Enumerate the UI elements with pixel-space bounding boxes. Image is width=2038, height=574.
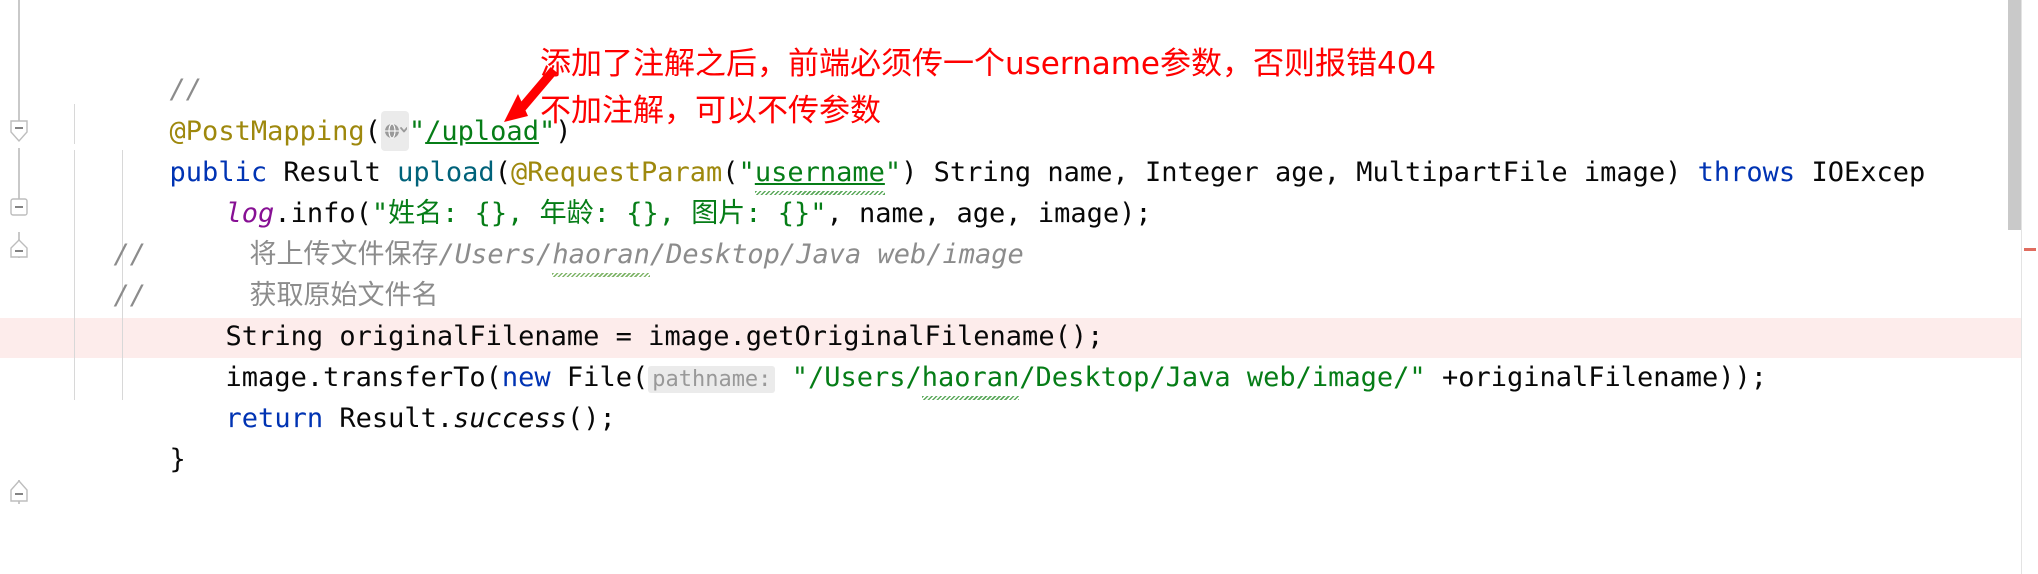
code-line-log-info[interactable]: log.info("姓名: {}, 年龄: {}, 图片: {}", name,… bbox=[0, 154, 2038, 229]
red-annotation-line-2: 不加注解，可以不传参数 bbox=[540, 93, 881, 129]
code-line-return[interactable]: return Result.success(); bbox=[0, 359, 2038, 434]
code-line-comment-get-filename[interactable]: //获取原始文件名 bbox=[0, 236, 2038, 311]
code-line-original-filename[interactable]: String originalFilename = image.getOrigi… bbox=[0, 277, 2038, 352]
code-content[interactable]: // @PostMapping("/upload") public Result… bbox=[0, 0, 2038, 574]
code-line-transfer-to[interactable]: image.transferTo(new File(pathname: "/Us… bbox=[0, 318, 2038, 400]
editor-scrollbar-track[interactable] bbox=[2021, 0, 2038, 574]
error-stripe-marker[interactable] bbox=[2024, 248, 2036, 251]
red-annotation-line-1: 添加了注解之后，前端必须传一个username参数，否则报错404 bbox=[540, 46, 1437, 82]
editor-scrollbar-thumb[interactable] bbox=[2008, 0, 2021, 230]
code-line-method-signature[interactable]: public Result upload(@RequestParam("user… bbox=[0, 113, 2038, 195]
red-down-left-arrow-icon bbox=[494, 66, 564, 132]
code-line-comment-save-path[interactable]: //将上传文件保存/Users/haoran/Desktop/Java web/… bbox=[0, 195, 2038, 277]
token-close-brace: } bbox=[169, 444, 186, 475]
code-line-close-brace[interactable]: } bbox=[0, 400, 2038, 475]
code-editor[interactable]: // @PostMapping("/upload") public Result… bbox=[0, 0, 2038, 574]
